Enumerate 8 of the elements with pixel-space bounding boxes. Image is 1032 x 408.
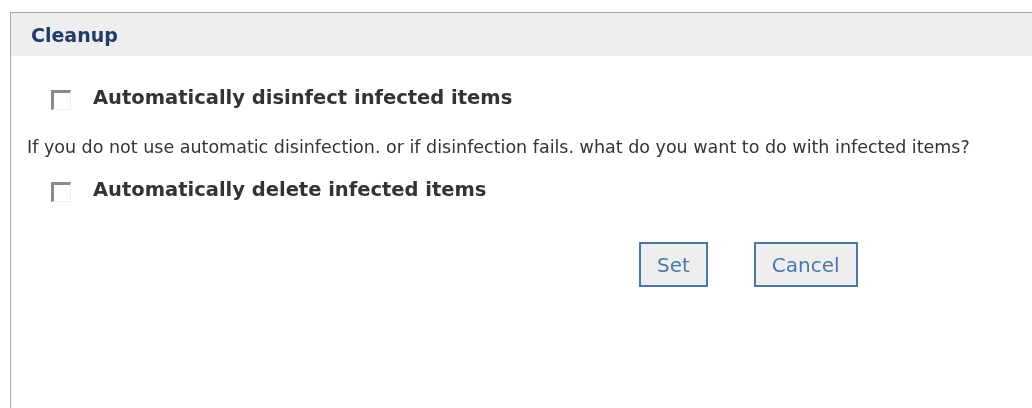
checkbox[interactable] (51, 182, 71, 202)
description-text: If you do not use automatic disinfection. or if disinfection fails. what do you want to do with infected items? (26, 136, 971, 159)
cancel-button[interactable]: Cancel (753, 242, 858, 287)
set-button[interactable]: Set (639, 242, 708, 287)
panel-title: Cleanup (31, 23, 118, 46)
checkbox[interactable] (51, 90, 71, 110)
checkbox-label: Automatically disinfect infected items (93, 85, 513, 109)
checkbox-label: Automatically delete infected items (93, 177, 487, 201)
